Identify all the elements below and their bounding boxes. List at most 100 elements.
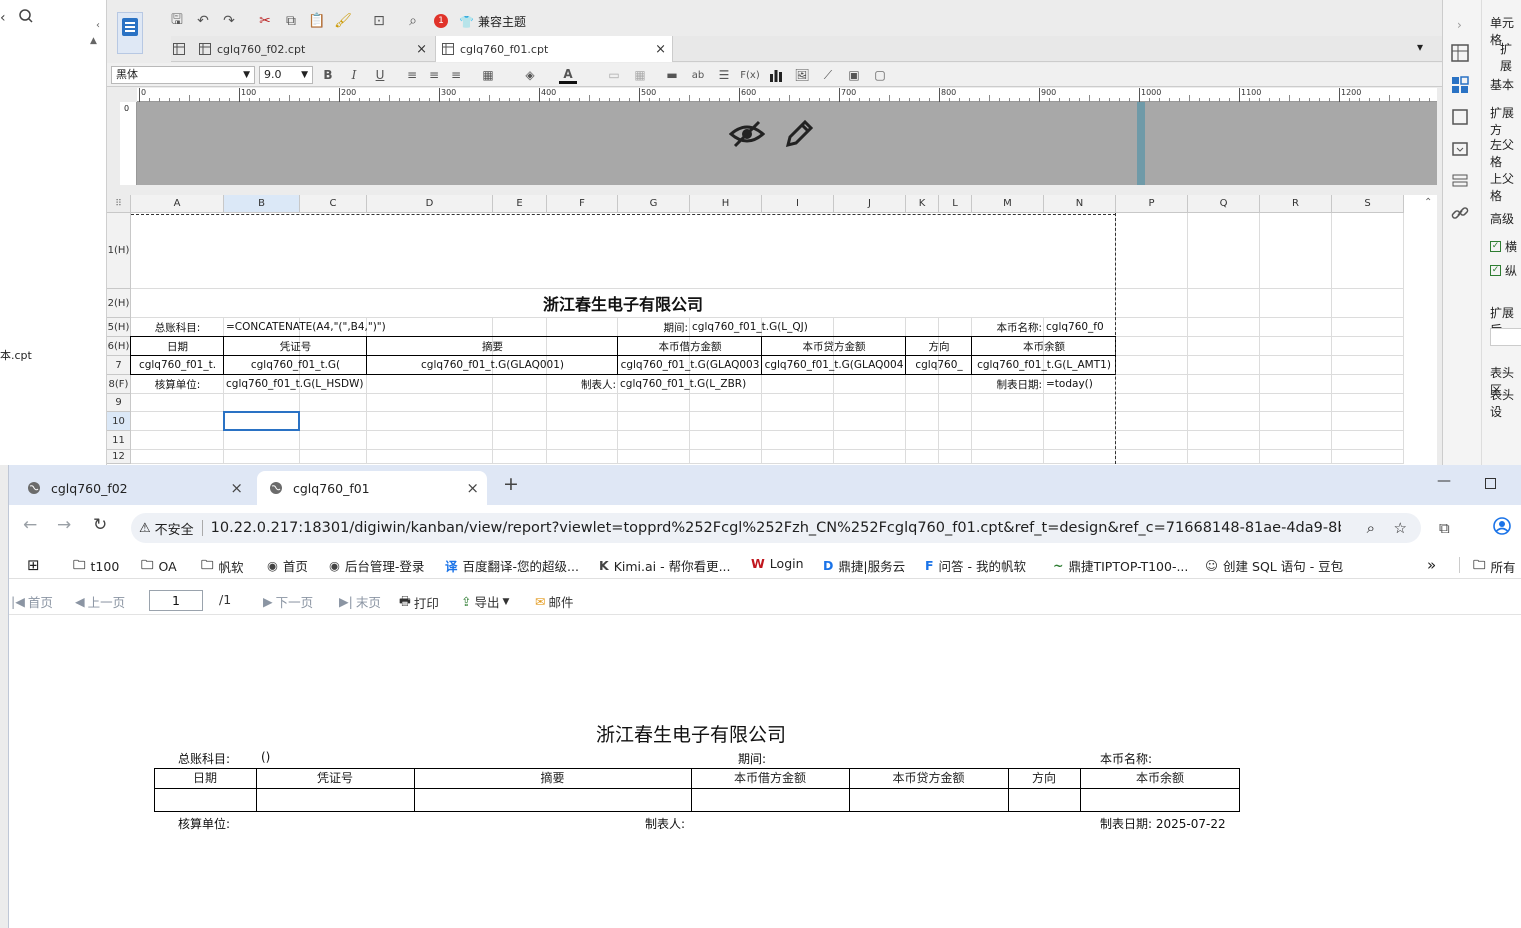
subject-label-cell[interactable]: 总账科目: <box>133 318 222 336</box>
page-number-input[interactable]: 1 <box>149 590 203 611</box>
column-header[interactable]: L <box>939 195 972 213</box>
column-header[interactable]: Q <box>1188 195 1260 213</box>
format-painter-icon[interactable]: 🖌 <box>333 11 353 31</box>
header-cell[interactable]: 本币贷方金额 <box>764 337 904 355</box>
cast-icon[interactable]: ⧉ <box>1439 519 1450 537</box>
save-icon[interactable]: 🖫 <box>167 11 187 31</box>
font-size-select[interactable]: 9.0 ▼ <box>259 66 313 84</box>
reload-icon[interactable]: ↻ <box>93 515 107 535</box>
column-header[interactable]: K <box>906 195 939 213</box>
column-header[interactable]: A <box>131 195 224 213</box>
column-header[interactable]: B <box>224 195 300 213</box>
template-file-item[interactable]: 本.cpt <box>0 347 32 363</box>
row-header[interactable]: 7 <box>107 356 131 375</box>
star-icon[interactable]: ☆ <box>1394 519 1407 537</box>
unmerge-cells-icon[interactable]: ▦ <box>631 66 649 84</box>
text-icon[interactable]: ab <box>689 66 707 84</box>
select-all-corner[interactable]: ⠿ <box>107 195 131 213</box>
row-header[interactable]: 5(H) <box>107 318 131 337</box>
row-header[interactable]: 10 <box>107 412 131 431</box>
copy-icon[interactable]: ⧉ <box>281 11 301 31</box>
scroll-up-icon[interactable]: ⌃ <box>1424 197 1432 208</box>
file-tab-f02[interactable]: cglq760_f02.cpt × <box>193 38 433 60</box>
column-header[interactable]: F <box>547 195 618 213</box>
paragraph-icon[interactable]: ☰ <box>715 66 733 84</box>
bookmark-item[interactable]: ◉ 后台管理-登录 <box>329 556 424 575</box>
unit-label-cell[interactable]: 核算单位: <box>133 375 222 393</box>
prev-page-button[interactable]: ◀ 上一页 <box>75 592 125 611</box>
link-icon[interactable] <box>1451 204 1469 222</box>
browser-tab-f02[interactable]: cglq760_f02 × <box>15 471 251 505</box>
profile-icon[interactable] <box>1493 517 1511 535</box>
condition-icon[interactable] <box>1451 140 1469 158</box>
data-field-cell[interactable]: cglq760_ <box>908 356 970 374</box>
maximize-icon[interactable] <box>1485 478 1496 489</box>
vertical-checkbox[interactable]: ✓ 纵 <box>1490 262 1517 279</box>
security-indicator[interactable]: ⚠ 不安全 <box>139 519 194 538</box>
row-header[interactable]: 2(H) <box>107 289 131 318</box>
column-header[interactable]: C <box>300 195 367 213</box>
fill-color-icon[interactable]: ◈ <box>521 66 539 84</box>
frame-icon[interactable]: ▢ <box>871 66 889 84</box>
compat-theme-button[interactable]: 👕 兼容主题 <box>459 13 526 30</box>
tab-menu-icon[interactable]: ▾ <box>1417 40 1423 54</box>
column-header[interactable]: I <box>762 195 834 213</box>
redo-icon[interactable]: ↷ <box>219 11 239 31</box>
close-icon[interactable]: × <box>655 42 666 57</box>
minimize-icon[interactable]: — <box>1437 473 1451 489</box>
apps-icon[interactable]: ⊞ <box>27 556 40 574</box>
more-bookmarks-icon[interactable]: » <box>1427 556 1436 574</box>
bookmark-item[interactable]: 🗀 帆软 <box>201 556 244 577</box>
bookmark-item[interactable]: F 问答 - 我的帆软 <box>925 556 1026 575</box>
horizontal-checkbox[interactable]: ✓ 横 <box>1490 238 1517 255</box>
header-cell[interactable]: 凭证号 <box>226 337 365 355</box>
first-page-button[interactable]: |◀ 首页 <box>11 592 53 611</box>
bookmark-item[interactable]: 🗀 t100 <box>73 556 119 577</box>
data-field-cell[interactable]: cglq760_f01_t. <box>133 356 222 374</box>
row-header[interactable]: 8(F) <box>107 375 131 394</box>
bookmark-item[interactable]: 译百度翻译-您的超级... <box>445 556 579 575</box>
header-cell[interactable]: 日期 <box>133 337 222 355</box>
date-label-cell[interactable]: 制表日期: <box>974 375 1042 393</box>
data-field-cell[interactable]: cglq760_f01_t.G(L_AMT1) <box>974 356 1114 374</box>
slash-icon[interactable]: ⟋ <box>819 66 837 84</box>
next-page-button[interactable]: ▶ 下一页 <box>263 592 313 611</box>
row-header[interactable]: 1(H) <box>107 213 131 289</box>
currency-label-cell[interactable]: 本币名称: <box>974 318 1042 336</box>
column-header[interactable]: M <box>972 195 1044 213</box>
border-icon[interactable]: ▦ <box>479 66 497 84</box>
template-button[interactable] <box>117 12 143 54</box>
bold-icon[interactable]: B <box>319 66 337 84</box>
merged-header-cell[interactable] <box>131 213 1115 288</box>
font-color-icon[interactable]: A <box>559 66 577 84</box>
find-icon[interactable]: ⌕ <box>403 11 423 31</box>
style-icon[interactable] <box>1451 108 1469 126</box>
close-icon[interactable]: × <box>230 479 243 497</box>
chevron-right-icon[interactable]: › <box>1457 18 1462 32</box>
merge-cells-icon[interactable]: ▭ <box>605 66 623 84</box>
export-button[interactable]: ⇪ 导出 ▼ <box>461 592 509 611</box>
search-icon[interactable] <box>18 8 34 24</box>
align-right-icon[interactable]: ≡ <box>447 66 465 84</box>
header-cell[interactable]: 方向 <box>908 337 970 355</box>
row-header[interactable]: 11 <box>107 431 131 450</box>
subject-formula-cell[interactable]: =CONCATENATE(A4,"(",B4,")") <box>226 318 616 336</box>
preview-icon[interactable]: ⊡ <box>369 11 389 31</box>
cut-icon[interactable]: ✂ <box>255 11 275 31</box>
unit-value-cell[interactable]: cglq760_f01_t.G(L_HSDW) <box>226 375 491 393</box>
row-header[interactable]: 12 <box>107 450 131 464</box>
bookmark-item[interactable]: 🗀 所有 <box>1473 556 1516 577</box>
maker-label-cell[interactable]: 制表人: <box>495 375 616 393</box>
collapse-icon[interactable]: ‹ <box>0 10 6 26</box>
data-field-cell[interactable]: cglq760_f01_t.G(GLAQ003 <box>620 356 760 374</box>
mail-button[interactable]: ✉ 邮件 <box>535 592 574 611</box>
column-header[interactable]: R <box>1260 195 1332 213</box>
date-value-cell[interactable]: =today() <box>1046 375 1114 393</box>
column-header[interactable]: E <box>493 195 547 213</box>
cell-attr-icon[interactable] <box>1451 44 1469 62</box>
period-value-cell[interactable]: cglq760_f01_t.G(L_QJ) <box>692 318 970 336</box>
column-header[interactable]: H <box>690 195 762 213</box>
new-tab-icon[interactable]: + <box>503 473 519 495</box>
spreadsheet-grid[interactable]: A B C D E F G H I J K L M N P Q R S 1(H) 2(H) 5(H) 6(H) 7 8(F) 9… <box>107 195 1437 465</box>
bookmark-item[interactable]: 🗀 OA <box>141 556 177 577</box>
